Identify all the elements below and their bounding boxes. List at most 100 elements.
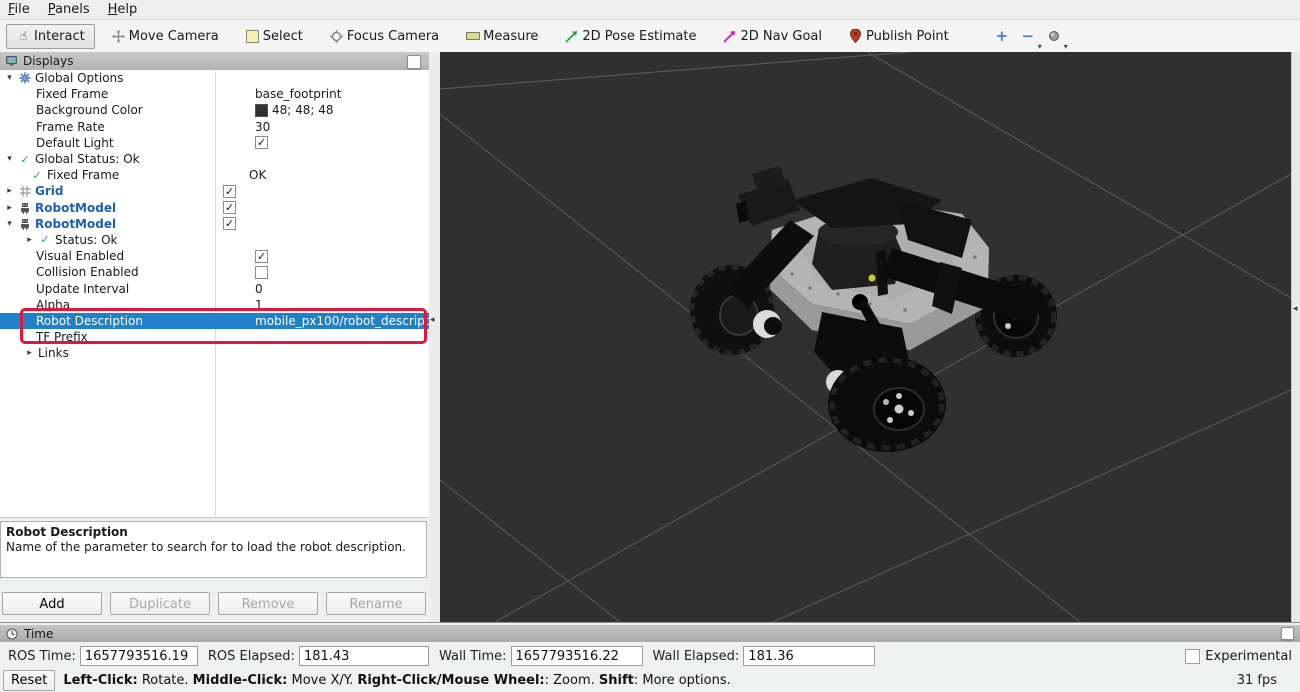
tree-row-fixed-frame[interactable]: Fixed Frame base_footprint — [0, 86, 429, 102]
add-button[interactable]: Add — [2, 592, 102, 615]
tool-select[interactable]: Select — [235, 24, 313, 49]
tree-row-value[interactable]: OK — [249, 168, 266, 182]
tool-label: Move Camera — [129, 29, 219, 44]
tree-row-links[interactable]: ▸Links — [0, 345, 429, 361]
tree-row-label: Visual Enabled — [36, 249, 124, 263]
tree-row-value[interactable]: mobile_px100/robot_description — [255, 314, 429, 328]
displays-buttons-row: AddDuplicateRemoveRename — [0, 592, 429, 616]
tree-row-tf-prefix[interactable]: TF Prefix — [0, 329, 429, 345]
remove-tool-button[interactable]: −▾ — [1017, 25, 1039, 47]
expander-closed-icon[interactable]: ▸ — [4, 186, 15, 196]
color-swatch[interactable] — [255, 104, 268, 117]
mouse-help-desc: : More options. — [634, 673, 731, 688]
menu-help[interactable]: Help — [108, 2, 138, 17]
tree-row-update-interval[interactable]: Update Interval0 — [0, 280, 429, 296]
tree-row-label: Fixed Frame — [36, 87, 108, 101]
tree-row-status-ok[interactable]: ▸✓Status: Ok — [0, 232, 429, 248]
expander-open-icon[interactable]: ▾ — [4, 219, 15, 229]
checkbox-checked[interactable]: ✓ — [223, 217, 236, 230]
tool-properties-button[interactable]: ▾ — [1043, 25, 1065, 47]
tree-row-fixed-frame[interactable]: ✓Fixed FrameOK — [0, 167, 429, 183]
robot-icon — [18, 218, 32, 230]
splitter-collapse-icon[interactable]: ◂ — [430, 315, 435, 325]
experimental-option: Experimental — [1185, 645, 1292, 667]
check-green-icon: ✓ — [30, 169, 44, 181]
menu-file[interactable]: File — [8, 2, 30, 17]
tool-focus-camera[interactable]: Focus Camera — [319, 24, 449, 49]
tool-label: 2D Pose Estimate — [582, 29, 696, 44]
tree-row-collision-enabled[interactable]: Collision Enabled — [0, 264, 429, 280]
content-area: Displays ▾Global OptionsFixed Frame base_… — [0, 52, 1300, 622]
menu-panels[interactable]: Panels — [48, 2, 90, 17]
checkbox-checked[interactable]: ✓ — [255, 250, 268, 263]
tool-move-camera[interactable]: Move Camera — [101, 24, 229, 49]
tree-row-default-light[interactable]: Default Light✓ — [0, 135, 429, 151]
checkbox-unchecked[interactable] — [255, 266, 268, 279]
panel-splitter[interactable]: ◂ — [429, 52, 440, 622]
time-field-ros-time[interactable]: 1657793516.19 — [80, 646, 198, 666]
displays-panel-float-button[interactable] — [407, 55, 421, 69]
tree-row-label: Links — [38, 346, 69, 360]
dropdown-caret-icon[interactable]: ▾ — [1038, 42, 1042, 51]
green-arrow-icon — [564, 29, 579, 44]
magenta-arrow-icon — [722, 29, 737, 44]
time-panel-titlebar[interactable]: Time — [0, 625, 1300, 642]
experimental-checkbox[interactable] — [1185, 649, 1200, 664]
reset-button[interactable]: Reset — [3, 670, 55, 691]
tree-row-value[interactable]: 48; 48; 48 — [272, 103, 334, 117]
robot-icon — [18, 202, 32, 214]
tree-row-global-status-ok[interactable]: ▾✓Global Status: Ok — [0, 151, 429, 167]
tree-row-label: Robot Description — [36, 314, 143, 328]
duplicate-button: Duplicate — [110, 592, 210, 615]
right-panel-collapsed-splitter[interactable]: ◂ — [1291, 52, 1300, 622]
tree-row-value[interactable]: base_footprint — [255, 87, 341, 101]
displays-panel-titlebar[interactable]: Displays — [0, 52, 429, 70]
expander-open-icon[interactable]: ▾ — [4, 154, 15, 164]
time-panel: Time ROS Time:1657793516.19ROS Elapsed:1… — [0, 622, 1300, 669]
expander-closed-icon[interactable]: ▸ — [4, 203, 15, 213]
time-field-label: ROS Time: — [8, 649, 76, 664]
tool-publish-point[interactable]: Publish Point — [838, 24, 959, 49]
tool-2d-pose-estimate[interactable]: 2D Pose Estimate — [554, 24, 706, 49]
rviz-window: File Panels Help ☝Interact Move Camera Selec… — [0, 0, 1300, 692]
tree-row-global-options[interactable]: ▾Global Options — [0, 70, 429, 86]
tree-row-label: Collision Enabled — [36, 265, 139, 279]
tool-label: 2D Nav Goal — [740, 29, 822, 44]
options-gear-icon — [18, 72, 32, 84]
checkbox-checked[interactable]: ✓ — [223, 185, 236, 198]
add-tool-button[interactable]: + — [991, 25, 1013, 47]
clock-icon — [5, 628, 19, 640]
tree-row-value[interactable]: 1 — [255, 298, 263, 312]
fps-counter: 31 fps — [1237, 673, 1277, 688]
tree-row-value[interactable]: 0 — [255, 282, 263, 296]
expander-closed-icon[interactable]: ▸ — [24, 235, 35, 245]
expander-open-icon[interactable]: ▾ — [4, 73, 15, 83]
tree-row-alpha[interactable]: Alpha1 — [0, 297, 429, 313]
time-field-wall-time[interactable]: 1657793516.22 — [511, 646, 643, 666]
tool-2d-nav-goal[interactable]: 2D Nav Goal — [712, 24, 832, 49]
tree-row-robotmodel[interactable]: ▸RobotModel✓ — [0, 200, 429, 216]
tree-row-robotmodel[interactable]: ▾ RobotModel ✓ — [0, 216, 429, 232]
displays-panel: Displays ▾Global OptionsFixed Frame base_… — [0, 52, 429, 622]
tree-row-background-color[interactable]: Background Color48; 48; 48 — [0, 102, 429, 118]
3d-viewport[interactable] — [440, 52, 1291, 622]
tree-row-visual-enabled[interactable]: Visual Enabled ✓ — [0, 248, 429, 264]
tree-row-grid[interactable]: ▸Grid✓ — [0, 183, 429, 199]
right-splitter-collapse-icon[interactable]: ◂ — [1293, 304, 1298, 314]
monitor-icon — [4, 55, 18, 67]
plus-icon: + — [995, 27, 1008, 45]
dropdown-caret-icon[interactable]: ▾ — [1064, 42, 1068, 51]
tree-row-frame-rate[interactable]: Frame Rate30 — [0, 119, 429, 135]
tree-row-value[interactable]: 30 — [255, 120, 270, 134]
time-field-wall-elapsed[interactable]: 181.36 — [743, 646, 875, 666]
time-field-ros-elapsed[interactable]: 181.43 — [299, 646, 429, 666]
tree-row-robot-description[interactable]: Robot Description mobile_px100/robot_desc… — [0, 313, 429, 329]
checkbox-checked[interactable]: ✓ — [223, 201, 236, 214]
focus-icon — [329, 29, 344, 44]
time-panel-float-button[interactable] — [1281, 627, 1294, 640]
checkbox-checked[interactable]: ✓ — [255, 136, 268, 149]
expander-closed-icon[interactable]: ▸ — [24, 348, 35, 358]
tool-measure[interactable]: Measure — [455, 24, 548, 49]
tree-row-label: RobotModel — [35, 217, 116, 231]
tool-interact[interactable]: ☝Interact — [6, 24, 95, 49]
